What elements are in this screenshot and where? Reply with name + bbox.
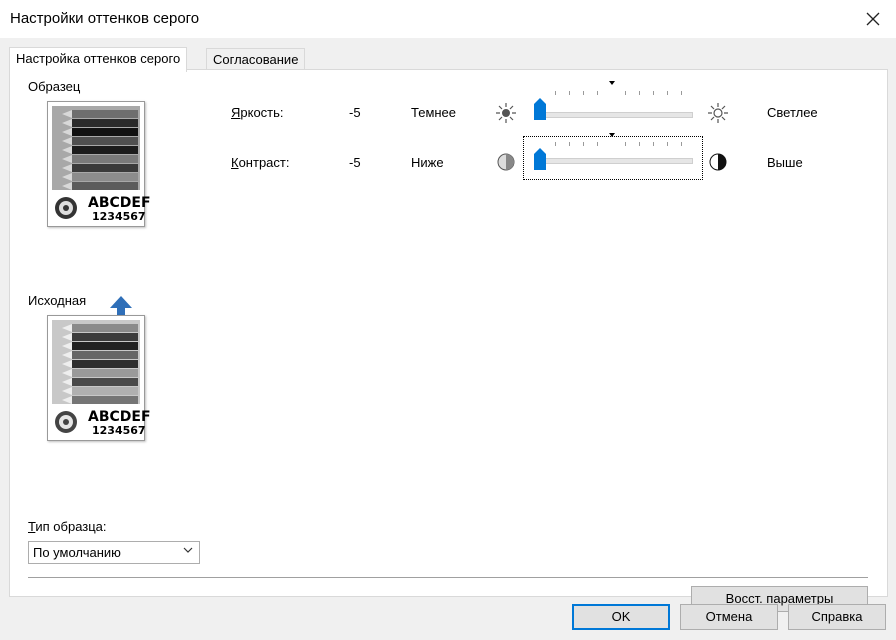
slider-tick: [569, 142, 570, 146]
brightness-label: Яркость:: [231, 105, 284, 120]
brightness-value: -5: [349, 105, 361, 120]
disc-icon: [55, 197, 77, 219]
title-bar: Настройки оттенков серого: [0, 0, 896, 38]
brightness-center-mark: [609, 81, 615, 85]
sample-text-digits: 1234567: [92, 424, 146, 437]
brightness-slider-track[interactable]: [543, 112, 693, 118]
brightness-slider-thumb[interactable]: [534, 98, 546, 120]
help-button[interactable]: Справка: [788, 604, 886, 630]
chevron-down-icon: [183, 547, 193, 553]
sample-type-select[interactable]: По умолчанию: [28, 541, 200, 564]
contrast-value: -5: [349, 155, 361, 170]
sun-dim-icon: [496, 103, 516, 123]
dialog-body: Настройка оттенков серого Согласование О…: [0, 38, 896, 640]
contrast-high-icon: [709, 153, 727, 171]
contrast-label: Контраст:: [231, 155, 290, 170]
contrast-low-label: Ниже: [411, 155, 444, 170]
sample-type-label: Тип образца:: [28, 519, 107, 534]
pencils-image: [52, 320, 140, 404]
contrast-slider-thumb[interactable]: [534, 148, 546, 170]
pencils-image: [52, 106, 140, 190]
tab-matching[interactable]: Согласование: [206, 48, 306, 70]
close-icon[interactable]: [858, 6, 888, 32]
tab-label: Согласование: [213, 52, 299, 67]
contrast-low-icon: [497, 153, 515, 171]
slider-tick: [555, 142, 556, 146]
tab-grayscale-settings[interactable]: Настройка оттенков серого: [9, 47, 188, 72]
brightness-low-label: Темнее: [411, 105, 457, 120]
brightness-high-label: Светлее: [767, 105, 818, 120]
tab-label: Настройка оттенков серого: [16, 51, 181, 66]
separator: [28, 577, 868, 578]
disc-icon: [55, 411, 77, 433]
slider-tick: [625, 142, 626, 146]
slider-tick: [597, 142, 598, 146]
sample-preview-image: ABCDEF 1234567: [47, 101, 151, 227]
sample-text-letters: ABCDEF: [88, 409, 151, 425]
contrast-center-mark: [609, 133, 615, 137]
contrast-slider-track[interactable]: [543, 158, 693, 164]
slider-tick: [653, 142, 654, 146]
slider-tick: [639, 91, 640, 95]
window-title: Настройки оттенков серого: [10, 10, 200, 27]
sample-label: Образец: [28, 79, 81, 94]
slider-tick: [667, 142, 668, 146]
sample-type-value: По умолчанию: [33, 545, 121, 560]
slider-tick: [653, 91, 654, 95]
ok-button[interactable]: OK: [572, 604, 670, 630]
original-label: Исходная: [28, 293, 87, 308]
contrast-high-label: Выше: [767, 155, 803, 170]
sample-text-letters: ABCDEF: [88, 195, 151, 211]
slider-tick: [597, 91, 598, 95]
slider-tick: [681, 142, 682, 146]
slider-tick: [681, 91, 682, 95]
sun-bright-icon: [708, 103, 728, 123]
slider-tick: [625, 91, 626, 95]
tab-panel: Образец ABCDEF 1234567 Исходная ABCDEF 1…: [9, 69, 888, 612]
sample-text-digits: 1234567: [92, 210, 146, 223]
slider-tick: [583, 91, 584, 95]
slider-tick: [667, 91, 668, 95]
slider-tick: [639, 142, 640, 146]
slider-tick: [555, 91, 556, 95]
cancel-button[interactable]: Отмена: [680, 604, 778, 630]
original-preview-image: ABCDEF 1234567: [47, 315, 151, 441]
slider-tick: [583, 142, 584, 146]
slider-tick: [569, 91, 570, 95]
